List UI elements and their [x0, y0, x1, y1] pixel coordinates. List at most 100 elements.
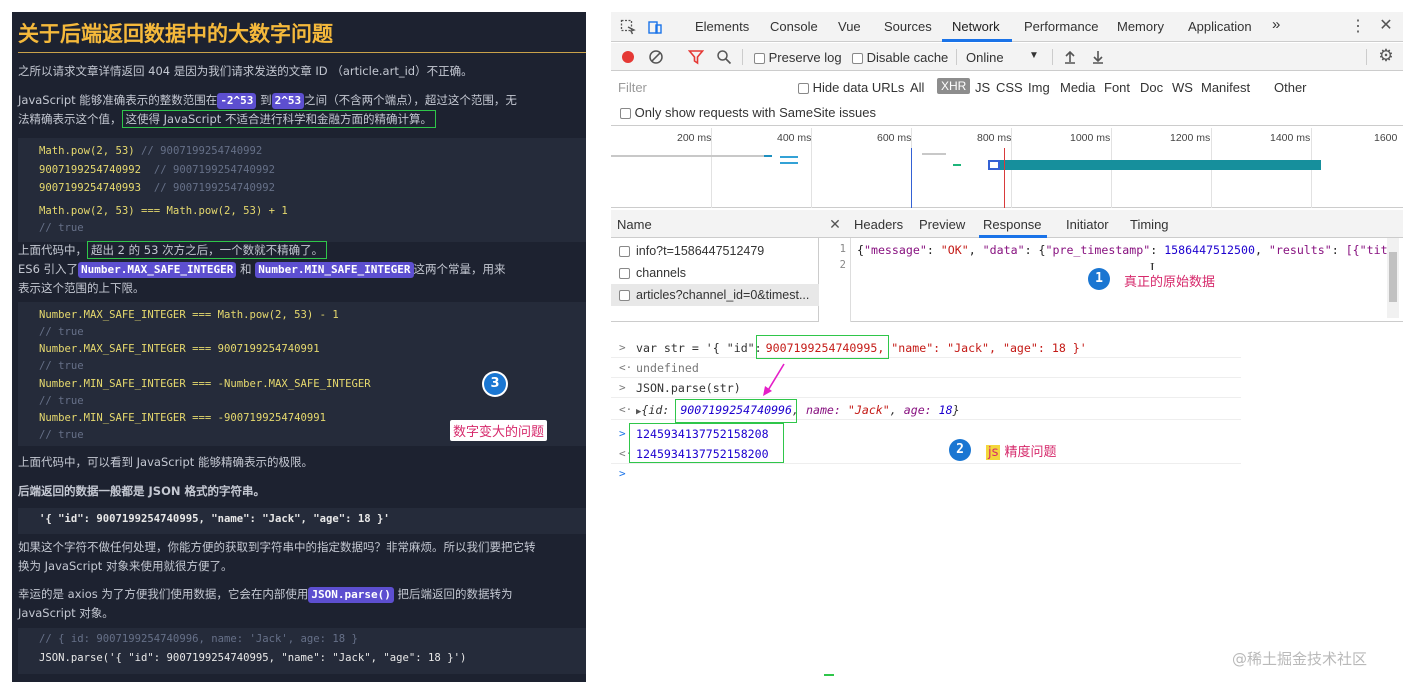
- highlight-box-parsed-id: [675, 399, 797, 423]
- output-arrow-icon: <·: [619, 403, 633, 416]
- code-line: Math.pow(2, 53) === Math.pow(2, 53) + 1: [39, 205, 288, 217]
- tab-console[interactable]: Console: [770, 19, 818, 34]
- type-filter-other[interactable]: Other: [1274, 80, 1307, 95]
- request-row-info[interactable]: info?t=1586447512479: [611, 240, 819, 262]
- waterfall-bar: [764, 155, 772, 157]
- timeline-tick: 1600: [1374, 132, 1398, 144]
- inline-code-min-safe: Number.MIN_SAFE_INTEGER: [255, 262, 414, 278]
- request-row-channels[interactable]: channels: [611, 262, 819, 284]
- request-row-articles[interactable]: articles?channel_id=0&timest...: [611, 284, 819, 306]
- paragraph-safe-integer: ES6 引入了 Number.MAX_SAFE_INTEGER 和 Number.…: [18, 262, 506, 295]
- toolbar-divider: [742, 49, 743, 65]
- code-line: Math.pow(2, 53) // 9007199254740992: [39, 145, 263, 157]
- vertical-scrollbar[interactable]: [1387, 238, 1399, 318]
- request-name-column: Name info?t=1586447512479 channels artic…: [611, 210, 819, 322]
- tab-initiator[interactable]: Initiator: [1066, 217, 1109, 232]
- highlight-box-2-53: 超出 2 的 53 次方之后，一个数就不精确了。: [87, 241, 328, 259]
- inline-code-2-53: 2^53: [271, 93, 305, 109]
- paragraph-integer-range: JavaScript 能够准确表示的整数范围在 -2^53 到 2^53 之间（不含两…: [18, 93, 517, 128]
- search-icon[interactable]: [716, 49, 732, 65]
- screenshot-root: 关于后端返回数据中的大数字问题 之所以请求文章详情返回 404 是因为我们请求发…: [0, 0, 1414, 690]
- type-filter-font[interactable]: Font: [1104, 80, 1130, 95]
- disable-cache-checkbox[interactable]: Disable cache: [852, 50, 948, 65]
- filter-input[interactable]: Filter: [618, 80, 647, 95]
- tab-timing[interactable]: Timing: [1130, 217, 1169, 232]
- input-prompt-icon: >: [619, 467, 626, 480]
- kebab-menu-icon[interactable]: ⋮: [1350, 19, 1366, 35]
- timeline-tick: 400 ms: [777, 132, 812, 144]
- scrollbar-thumb[interactable]: [1389, 252, 1397, 302]
- chevron-down-icon[interactable]: ▼: [1029, 50, 1039, 61]
- preserve-log-checkbox[interactable]: Preserve log: [754, 50, 842, 65]
- timeline-tick: 200 ms: [677, 132, 712, 144]
- type-filter-css[interactable]: CSS: [996, 80, 1023, 95]
- waterfall-bar: [611, 155, 771, 157]
- input-prompt-icon: >: [619, 341, 626, 354]
- samesite-checkbox[interactable]: Only show requests with SameSite issues: [620, 105, 876, 120]
- gear-icon[interactable]: ⚙: [1378, 47, 1394, 64]
- tab-application[interactable]: Application: [1188, 19, 1252, 34]
- tab-performance[interactable]: Performance: [1024, 19, 1098, 34]
- type-filter-all[interactable]: All: [910, 80, 924, 95]
- waterfall-bar: [780, 156, 798, 158]
- export-har-icon[interactable]: [1090, 49, 1106, 65]
- name-column-header[interactable]: Name: [611, 210, 819, 238]
- type-filter-manifest[interactable]: Manifest: [1201, 80, 1250, 95]
- record-icon[interactable]: [620, 49, 636, 65]
- type-filter-doc[interactable]: Doc: [1140, 80, 1163, 95]
- tab-vue[interactable]: Vue: [838, 19, 861, 34]
- tab-response[interactable]: Response: [983, 217, 1042, 232]
- console-prompt[interactable]: >: [611, 464, 1241, 484]
- paragraph-parse-need: 如果这个字符不做任何处理，你能方便的获取到字符串中的指定数据吗？非常麻烦。所以我…: [18, 540, 536, 573]
- article-panel: 关于后端返回数据中的大数字问题 之所以请求文章详情返回 404 是因为我们请求发…: [12, 12, 586, 682]
- waterfall-bar: [780, 162, 798, 164]
- code-line: // true: [39, 360, 84, 372]
- type-filter-img[interactable]: Img: [1028, 80, 1050, 95]
- type-filter-js[interactable]: JS: [975, 80, 990, 95]
- annotation-badge-1: 1: [1088, 268, 1110, 290]
- close-icon[interactable]: ✕: [827, 216, 843, 232]
- inspect-element-icon[interactable]: [620, 19, 636, 35]
- filter-icon[interactable]: [687, 49, 705, 65]
- more-tabs-chevron-icon[interactable]: »: [1272, 16, 1280, 33]
- waterfall-bar: [922, 153, 946, 155]
- throttling-select[interactable]: Online: [966, 50, 1004, 65]
- annotation-badge-2: 2: [949, 439, 971, 461]
- tab-network[interactable]: Network: [952, 19, 1000, 34]
- clear-icon[interactable]: [648, 49, 664, 65]
- device-toolbar-icon[interactable]: [647, 19, 663, 35]
- article-title: 关于后端返回数据中的大数字问题: [18, 22, 333, 46]
- console-input-line: > var str = '{ "id": 9007199254740995, "n…: [611, 338, 1241, 358]
- annotation-label-js-precision: js 精度问题: [983, 440, 1060, 461]
- console-output-line: <· undefined: [611, 358, 1241, 378]
- paragraph-axios: 幸运的是 axios 为了方便我们使用数据，它会在内部使用 JSON.parse(…: [18, 587, 513, 620]
- annotation-label-number-grows: 数字变大的问题: [450, 420, 548, 441]
- output-arrow-icon: <·: [619, 361, 633, 374]
- code-line: '{ "id": 9007199254740995, "name": "Jack…: [39, 513, 390, 525]
- import-har-icon[interactable]: [1062, 49, 1078, 65]
- response-body: 1 2 {"message": "OK", "data": {"pre_time…: [819, 238, 1403, 322]
- type-filter-ws[interactable]: WS: [1172, 80, 1193, 95]
- code-line: // true: [39, 395, 84, 407]
- tab-preview[interactable]: Preview: [919, 217, 965, 232]
- tab-elements[interactable]: Elements: [695, 19, 749, 34]
- type-filter-media[interactable]: Media: [1060, 80, 1095, 95]
- hide-data-urls-checkbox[interactable]: Hide data URLs: [798, 80, 904, 95]
- tab-sources[interactable]: Sources: [884, 19, 932, 34]
- network-timeline: 200 ms 400 ms 600 ms 800 ms 1000 ms 1200…: [611, 128, 1403, 208]
- close-icon[interactable]: ✕: [1378, 18, 1394, 34]
- type-filter-xhr[interactable]: XHR: [937, 78, 971, 94]
- timeline-tick: 800 ms: [977, 132, 1012, 144]
- highlight-box-precision-loss: [629, 423, 784, 463]
- inline-code-max-safe: Number.MAX_SAFE_INTEGER: [78, 262, 237, 278]
- tab-headers[interactable]: Headers: [854, 217, 903, 232]
- code-block-math-pow: Math.pow(2, 53) // 9007199254740992 9007…: [18, 138, 586, 242]
- toolbar-divider: [1052, 49, 1053, 65]
- response-tabs: ✕ Headers Preview Response Initiator Tim…: [819, 210, 1403, 238]
- response-json-line: {"message": "OK", "data": {"pre_timestam…: [857, 243, 1395, 257]
- annotation-arrow: [763, 363, 785, 396]
- load-event-line: [1004, 148, 1005, 208]
- tab-memory[interactable]: Memory: [1117, 19, 1164, 34]
- timeline-tick: 1400 ms: [1270, 132, 1311, 144]
- active-tab-indicator: [942, 39, 1012, 42]
